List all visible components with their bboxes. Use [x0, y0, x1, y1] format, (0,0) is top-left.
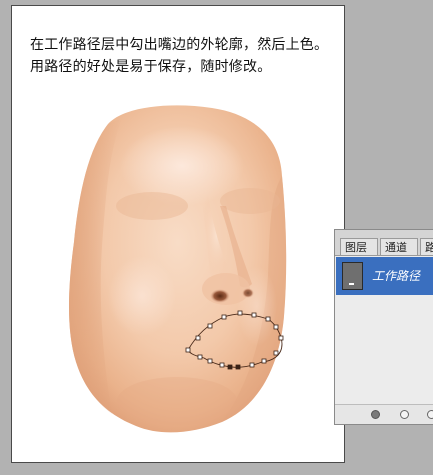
path-thumbnail-icon [342, 262, 363, 290]
fill-path-icon[interactable] [371, 410, 380, 419]
tab-layers[interactable]: 图层 [340, 238, 378, 255]
tab-paths[interactable]: 路 [420, 238, 433, 255]
left-nostril [210, 289, 230, 303]
document-canvas[interactable]: 在工作路径层中勾出嘴边的外轮廓，然后上色。 用路径的好处是易于保存，随时修改。 [11, 5, 345, 463]
load-selection-icon[interactable] [427, 410, 433, 419]
panel-tab-bar: 图层 通道 路 [335, 230, 433, 256]
right-nostril [242, 288, 254, 298]
path-item-work-path[interactable]: 工作路径 [336, 257, 433, 295]
face-illustration [69, 105, 287, 433]
paths-panel: 图层 通道 路 工作路径 [334, 229, 433, 425]
panel-footer [335, 404, 433, 424]
tab-channels[interactable]: 通道 [380, 238, 418, 255]
stroke-path-icon[interactable] [400, 410, 409, 419]
path-item-label: 工作路径 [372, 269, 421, 283]
